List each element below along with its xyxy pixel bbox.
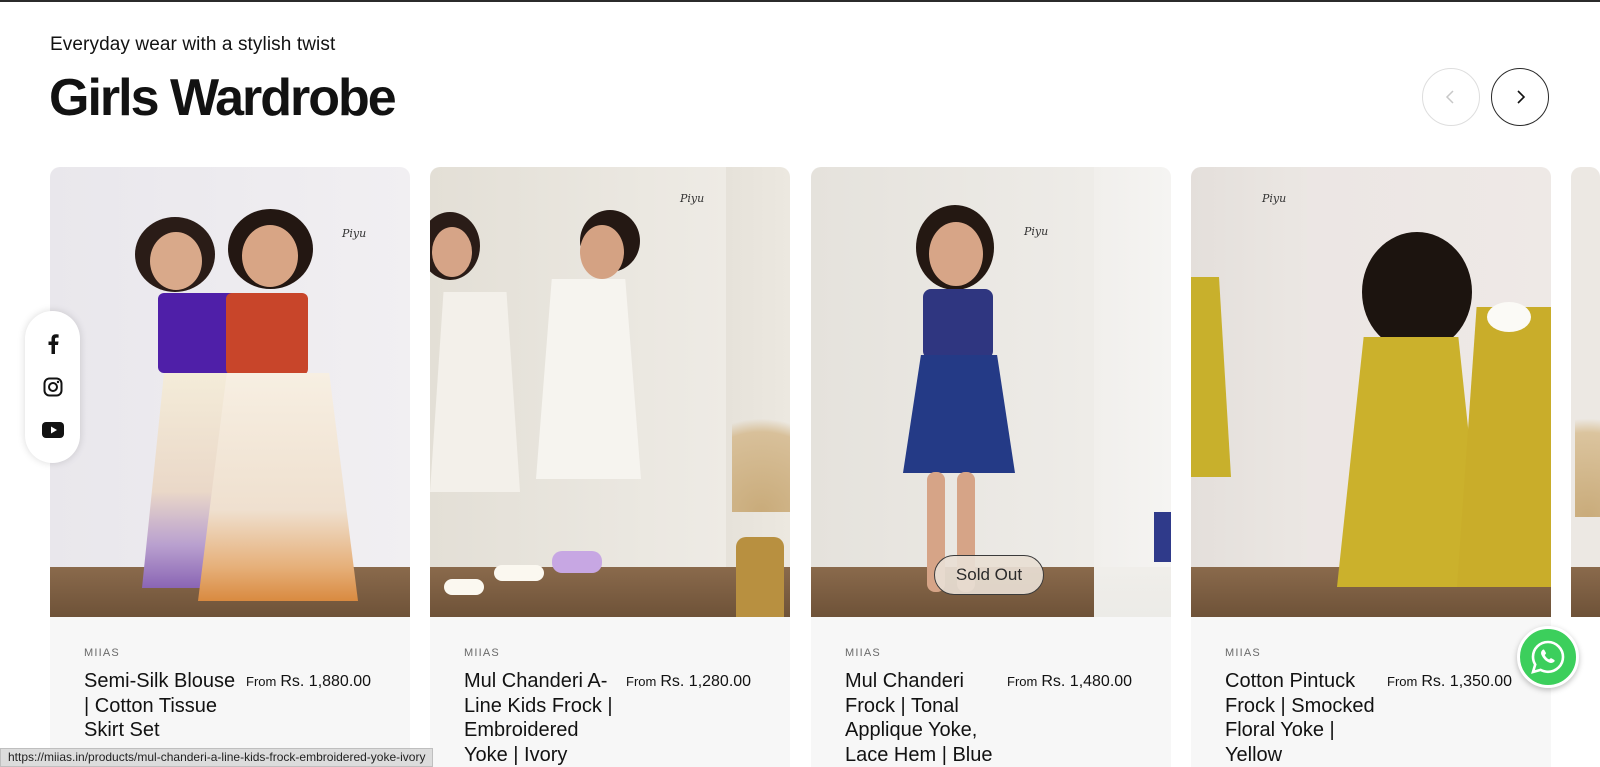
youtube-icon[interactable] <box>41 419 64 441</box>
product-vendor: MIIAS <box>1225 647 1261 659</box>
facebook-icon[interactable] <box>42 333 64 355</box>
carousel-prev-button[interactable] <box>1422 68 1480 126</box>
product-card[interactable]: Piyu MIIAS Semi-Silk Blouse | Cotton Tis… <box>50 167 410 767</box>
product-title[interactable]: Mul Chanderi A-Line Kids Frock | Embroid… <box>464 669 619 767</box>
instagram-icon[interactable] <box>42 376 64 398</box>
product-title[interactable]: Mul Chanderi Frock | Tonal Applique Yoke… <box>845 669 1005 767</box>
product-vendor: MIIAS <box>84 647 120 659</box>
brand-watermark: Piyu <box>342 227 367 240</box>
product-image[interactable]: Piyu <box>50 167 410 617</box>
product-card[interactable]: Piyu Sold Out MIIAS Mul Chanderi Frock |… <box>811 167 1171 767</box>
product-title[interactable]: Semi-Silk Blouse | Cotton Tissue Skirt S… <box>84 669 244 743</box>
product-info: MIIAS Cotton Pintuck Frock | Smocked Flo… <box>1191 617 1551 767</box>
price-prefix: From <box>246 674 277 689</box>
price-prefix: From <box>1007 674 1038 689</box>
price-prefix: From <box>626 674 657 689</box>
product-card[interactable]: Piyu MIIAS Mul Chanderi A-Line Kids Froc… <box>430 167 790 767</box>
brand-watermark: Piyu <box>1262 192 1287 205</box>
whatsapp-icon <box>1531 640 1565 674</box>
whatsapp-chat-button[interactable] <box>1517 626 1579 688</box>
product-price: From Rs. 1,280.00 <box>626 673 751 691</box>
product-vendor: MIIAS <box>845 647 881 659</box>
product-image[interactable]: Piyu Sold Out <box>811 167 1171 617</box>
price-value: Rs. 1,480.00 <box>1041 673 1133 690</box>
brand-watermark: Piyu <box>1024 225 1049 238</box>
brand-watermark: Piyu <box>680 192 705 205</box>
carousel-next-button[interactable] <box>1491 68 1549 126</box>
product-price: From Rs. 1,350.00 <box>1387 673 1512 691</box>
chevron-right-icon <box>1517 90 1526 104</box>
chevron-left-icon <box>1445 90 1454 104</box>
browser-status-url: https://miias.in/products/mul-chanderi-a… <box>0 748 434 767</box>
product-info: MIIAS Semi-Silk Blouse | Cotton Tissue S… <box>50 617 410 767</box>
product-price: From Rs. 1,880.00 <box>246 673 371 691</box>
product-info: MIIAS Mul Chanderi A-Line Kids Frock | E… <box>430 617 790 767</box>
product-card[interactable]: Piyu MIIAS Cotton Pintuck Frock | Smocke… <box>1191 167 1551 767</box>
section-title: Girls Wardrobe <box>49 69 397 127</box>
product-image[interactable] <box>1571 167 1600 617</box>
product-image[interactable]: Piyu <box>1191 167 1551 617</box>
product-title[interactable]: Cotton Pintuck Frock | Smocked Floral Yo… <box>1225 669 1383 767</box>
price-prefix: From <box>1387 674 1418 689</box>
product-vendor: MIIAS <box>464 647 500 659</box>
social-links-bar <box>25 311 80 463</box>
price-value: Rs. 1,350.00 <box>1421 673 1513 690</box>
price-value: Rs. 1,880.00 <box>280 673 372 690</box>
product-info: MIIAS Mul Chanderi Frock | Tonal Appliqu… <box>811 617 1171 767</box>
section-subheading: Everyday wear with a stylish twist <box>50 34 336 55</box>
product-card-partial[interactable] <box>1571 167 1600 767</box>
sold-out-badge: Sold Out <box>934 555 1044 595</box>
price-value: Rs. 1,280.00 <box>660 673 752 690</box>
top-border <box>0 0 1600 2</box>
product-image[interactable]: Piyu <box>430 167 790 617</box>
product-price: From Rs. 1,480.00 <box>1007 673 1132 691</box>
